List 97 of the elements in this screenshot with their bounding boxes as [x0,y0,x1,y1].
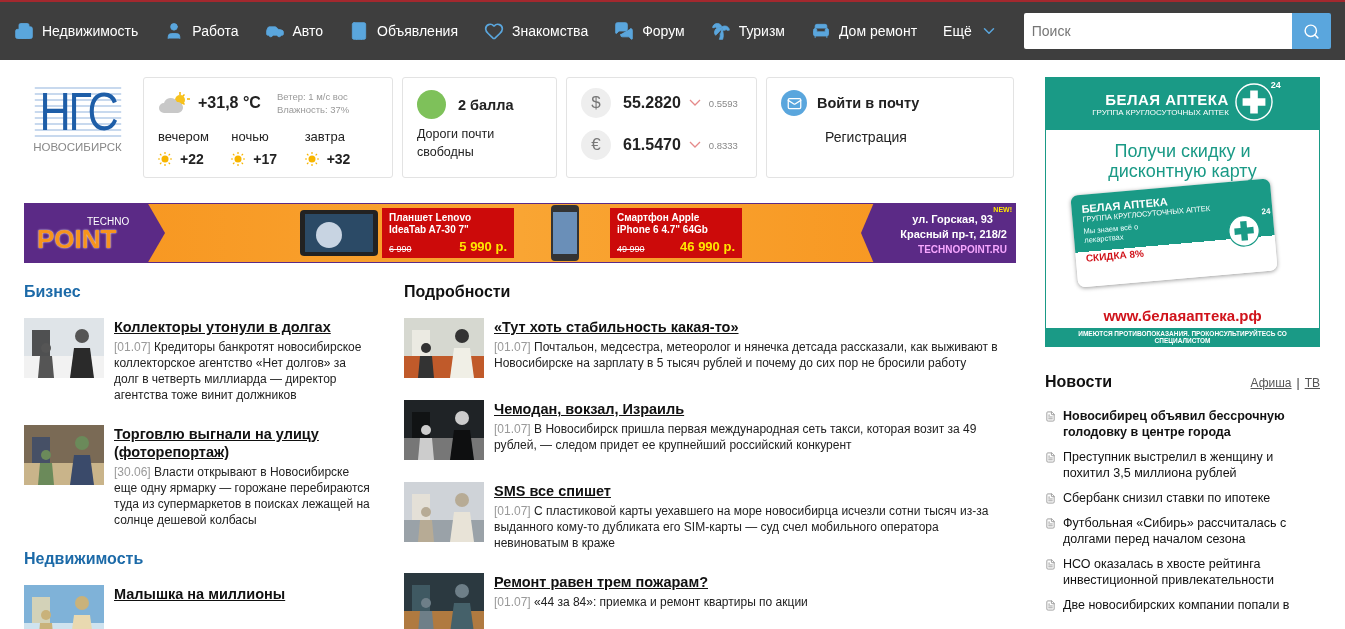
article-summary: [01.07] Кредиторы банкротят новосибирское коллекторское агентство «Нет долгов» за долг в четверть миллиарда — директор агентства тоже винит должников [114,339,363,403]
document-icon [1045,493,1056,504]
section-title[interactable]: Недвижимость [24,550,370,568]
discount-label: СКИДКА 8% [1085,246,1146,264]
forecast-temperature: +32 [326,151,351,167]
search-field[interactable]: Поиск [1023,13,1292,49]
news-headline[interactable]: НСО оказалась в хвосте рейтинга инвестиционной привлекательности [1063,556,1320,588]
caret-down-icon [688,99,701,107]
article-title[interactable]: Коллекторы утонули в долгах [114,318,370,336]
nav-link[interactable]: Авто [264,21,324,41]
palm-tree-icon [710,21,731,41]
humidity-info: Влажность: 37% [276,103,350,116]
sun-icon [304,152,319,166]
phone-drawing [550,204,580,262]
rate-change: 0.5593 [708,97,738,109]
nav-link[interactable]: Работа [164,21,239,41]
article-title[interactable]: Торговлю выгнали на улицу (фоторепортаж) [114,425,370,461]
store-address: ул. Горская, 93 [912,212,993,227]
nav-link[interactable]: Знакомства [484,21,589,41]
temperature: +31,8 °C [198,94,261,112]
currency-symbol: € [581,130,611,160]
exchange-rate: 55.2820 [623,94,681,112]
article-summary: [30.06] Власти открывают в Новосибирске еще одну ярмарку — горожане перебираются туда из супермаркетов в поисках лежащей на солнце дешевой колбасы [114,464,370,528]
article-summary: [01.07] С пластиковой карты уехавшего на море новосибирца исчезли сотни тысяч из-за выданного кому-то дубликата его SIM-карты — суд счел мобильного оператора невиноватым в краже [494,503,990,551]
brand-logo: POINT [37,226,117,251]
article-title[interactable]: Чемодан, вокзал, Израиль [494,400,1016,418]
news-tab-link[interactable]: ТВ [1304,376,1320,390]
armchair-icon [811,21,831,41]
traffic-status: Дороги почти свободны [417,126,496,161]
registration-link[interactable]: Регистрация [825,128,999,146]
city-name: НОВОСИБИРСК [33,141,122,153]
product-price: 5 990 р. [459,239,507,254]
pharmacy-advertisement[interactable] [1045,77,1320,347]
search-icon [1302,22,1320,40]
sun-icon [158,152,172,166]
more-menu[interactable]: Ещё [943,22,998,40]
old-price: 49 990 [617,244,645,254]
nav-link[interactable]: Форум [614,21,685,41]
article-summary: [01.07] Почтальон, медсестра, метеоролог и нянечка детсада рассказали, как выживают в Новосибирске на зарплату в 5 тысяч рублей и почему до сих пор не бросили работу [494,339,999,371]
news-headline[interactable]: Две новосибирских компании попали в [1063,597,1290,613]
article-title[interactable]: Малышка на миллионы [114,585,286,603]
chat-bubbles-icon [614,21,635,41]
product-name: Смартфон Apple iPhone 6 4.7" 64Gb [617,212,709,236]
ad-website: www.белаяаптека.рф [1102,307,1263,324]
brand-tagline: TECHNO [87,215,131,227]
mail-icon [781,90,807,116]
forecast-temperature: +22 [180,151,204,167]
ad-hours: 24 [1270,80,1281,90]
exchange-rate: 61.5470 [623,136,681,154]
old-price: 6 990 [389,244,412,254]
cloud-sun-icon [158,91,190,115]
news-title: Новости [1045,373,1113,391]
caret-down-icon [688,141,701,149]
nav-link[interactable]: Дом ремонт [811,21,918,41]
search-button[interactable] [1291,13,1331,49]
nav-link[interactable]: Объявления [349,21,459,41]
document-icon [1045,411,1056,422]
article-title[interactable]: «Тут хоть стабильность какая-то» [494,318,1016,336]
traffic-score: 2 балла [458,96,514,113]
nav-link[interactable]: Недвижимость [14,21,139,41]
section-title: Подробности [404,283,512,301]
wind-info: Ветер: 1 м/с вос [276,90,349,103]
news-headline[interactable]: Преступник выстрелил в женщину и похитил 3,5 миллиона рублей [1063,449,1320,481]
nav-link[interactable]: Туризм [710,21,785,41]
forecast-period: вечером [158,128,210,146]
document-icon [1045,518,1056,529]
document-icon [1045,600,1056,611]
store-website: TECHNOPOINT.RU [918,243,1007,255]
cross-logo-icon [1226,213,1262,249]
news-tab-link[interactable]: Афиша [1250,376,1292,390]
news-headline[interactable]: Сбербанк снизил ставки по ипотеке [1063,490,1271,506]
product-name: Планшет Lenovo IdeaTab A7-30 7" [389,212,473,236]
ad-headline: Получи скидку и дисконтную карту [1107,141,1258,181]
forecast-temperature: +17 [253,151,278,167]
card-hours: 24 [1261,206,1271,217]
heart-icon [484,21,505,41]
article-title[interactable]: Ремонт равен трем пожарам? [494,573,808,591]
article-summary: [01.07] В Новосибирск пришла первая международная сеть такси, которая возит за 49 рублей, — следом придет ее крупнейший российский конкурент [494,421,978,453]
store-address: Красный пр-т, 218/2 [900,226,1007,242]
sun-icon [231,152,246,166]
link-separator: | [1296,376,1300,390]
article-summary: [01.07] «44 за 84»: приемка и ремонт квартиры по акции [494,594,808,610]
product-price: 46 990 р. [680,239,735,254]
forecast-period: завтра [304,128,346,146]
article-title[interactable]: SMS все спишет [494,482,1016,500]
cross-logo-icon [1234,83,1273,121]
forecast-period: ночью [231,128,270,146]
document-icon [1045,452,1056,463]
news-headline[interactable]: Новосибирец объявил бессрочную голодовку в центре города [1063,408,1320,440]
rate-change: 0.8333 [708,139,738,151]
mail-login-link[interactable]: Войти в почту [817,95,920,111]
ad-tagline: ГРУППА КРУГЛОСУТОЧНЫХ АПТЕК [1092,108,1229,117]
section-title[interactable]: Бизнес [24,283,370,301]
news-headline[interactable]: Футбольная «Сибирь» рассчиталась с долгами перед началом сезона [1063,515,1320,547]
currency-symbol: $ [581,88,611,118]
document-icon [1045,559,1056,570]
ad-brand: БЕЛАЯ АПТЕКА [1105,91,1229,108]
